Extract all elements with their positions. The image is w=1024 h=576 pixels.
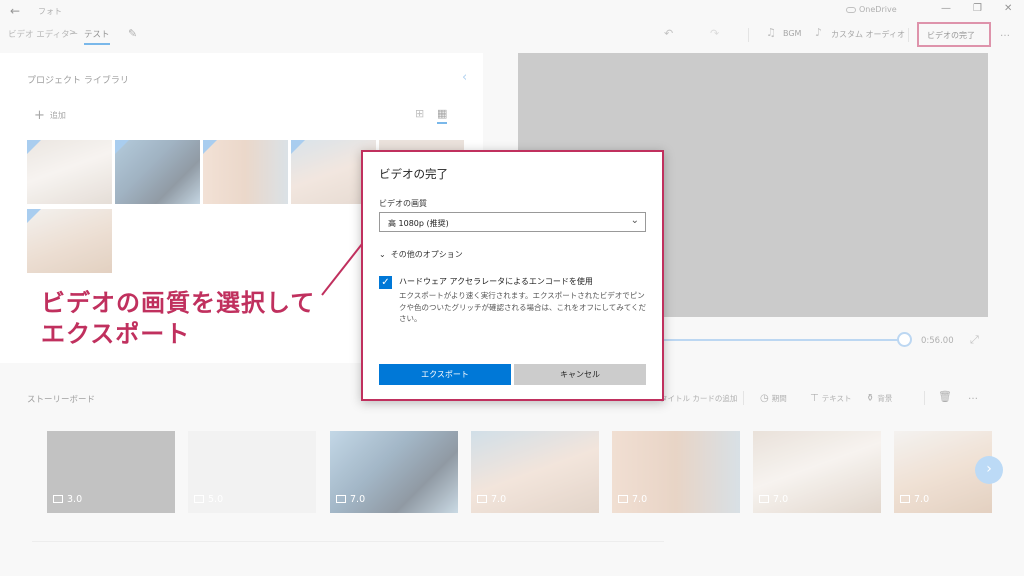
chevron-down-icon: ⌄ bbox=[379, 250, 386, 259]
export-button[interactable]: エクスポート bbox=[379, 364, 511, 385]
more-options-toggle[interactable]: ⌄ その他のオプション bbox=[379, 249, 463, 260]
quality-label: ビデオの画質 bbox=[379, 199, 427, 208]
finish-video-dialog: ビデオの完了 ビデオの画質 高 1080p (推奨) ⌄ ⌄ その他のオプション … bbox=[361, 150, 664, 401]
chevron-down-icon: ⌄ bbox=[630, 215, 639, 226]
cancel-button[interactable]: キャンセル bbox=[514, 364, 646, 385]
quality-dropdown[interactable]: 高 1080p (推奨) ⌄ bbox=[379, 212, 646, 232]
dialog-title: ビデオの完了 bbox=[379, 167, 448, 181]
quality-selected-value: 高 1080p (推奨) bbox=[388, 219, 449, 228]
annotation-line-2: エクスポート bbox=[41, 320, 191, 348]
annotation-text: ビデオの画質を選択して エクスポート bbox=[41, 288, 315, 350]
more-options-label: その他のオプション bbox=[390, 250, 463, 259]
hardware-encoding-checkbox[interactable]: ✓ bbox=[379, 276, 392, 289]
annotation-line-1: ビデオの画質を選択して bbox=[41, 289, 316, 317]
hardware-encoding-description: エクスポートがより速く実行されます。エクスポートされたビデオでピンクや色のついた… bbox=[399, 291, 647, 323]
hardware-encoding-label[interactable]: ハードウェア アクセラレータによるエンコードを使用 bbox=[399, 276, 593, 287]
